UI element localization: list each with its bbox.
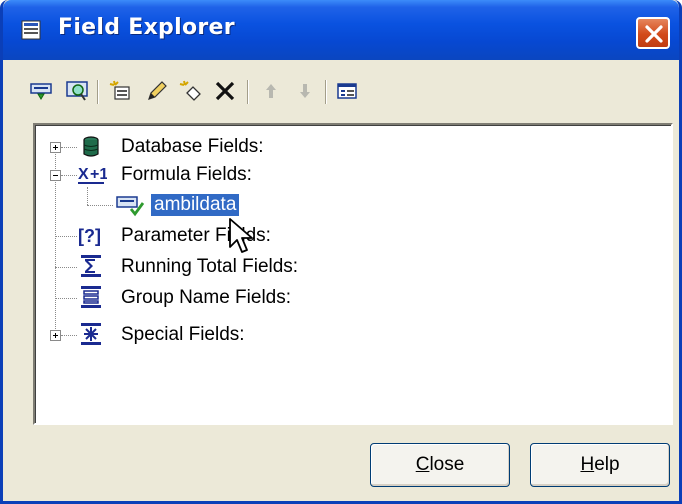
tree-connector	[55, 267, 77, 269]
close-button[interactable]: Close	[370, 443, 510, 487]
properties-button[interactable]	[333, 76, 361, 106]
special-fields-icon	[81, 323, 101, 345]
tree-connector	[55, 298, 77, 300]
close-label: lose	[429, 454, 465, 475]
database-icon	[83, 136, 99, 157]
toolbar-separator	[97, 80, 99, 104]
delete-icon	[215, 81, 235, 101]
toolbar-separator	[247, 80, 249, 104]
rename-icon	[179, 80, 201, 101]
rename-button[interactable]	[177, 76, 205, 106]
node-label: Running Total Fields:	[121, 256, 299, 277]
move-down-icon	[300, 84, 310, 98]
svg-text:X: X	[78, 166, 89, 183]
tree-connector	[87, 187, 89, 205]
edit-icon	[148, 81, 167, 100]
expand-database-fields-toggle[interactable]	[50, 142, 61, 153]
new-button[interactable]	[107, 76, 135, 106]
field-tree[interactable]: Database Fields: X +1 Formula Fields: am…	[33, 123, 673, 425]
help-label: elp	[594, 454, 620, 475]
svg-text:[?]: [?]	[78, 226, 101, 246]
tree-node-formula-fields[interactable]: Formula Fields:	[121, 161, 252, 189]
field-explorer-app-icon	[21, 20, 41, 40]
tree-connector	[61, 175, 77, 177]
formula-icon: X +1	[78, 166, 107, 184]
edit-button[interactable]	[143, 76, 171, 106]
expand-special-fields-toggle[interactable]	[50, 330, 61, 341]
move-down-button[interactable]	[291, 76, 319, 106]
title-bar[interactable]: Field Explorer	[3, 0, 679, 60]
properties-icon	[337, 83, 357, 99]
insert-to-report-button[interactable]	[27, 76, 55, 106]
browse-data-button[interactable]	[63, 76, 91, 106]
delete-button[interactable]	[211, 76, 239, 106]
tree-connector	[61, 147, 77, 149]
help-mnemonic: H	[580, 454, 595, 475]
tree-connector	[61, 335, 77, 337]
window-title: Field Explorer	[58, 15, 235, 40]
close-icon	[645, 25, 663, 43]
running-total-icon	[81, 255, 101, 277]
node-label: Database Fields:	[121, 136, 264, 157]
node-label: Formula Fields:	[121, 164, 252, 185]
tree-node-group-name-fields[interactable]: Group Name Fields:	[121, 284, 291, 312]
field-explorer-window: Field Explorer Database Fields: X +1 For…	[0, 0, 682, 504]
tree-node-running-total-fields[interactable]: Running Total Fields:	[121, 253, 298, 281]
browse-icon	[66, 81, 88, 101]
parameter-icon: [?]	[78, 226, 101, 246]
help-button[interactable]: Help	[530, 443, 670, 487]
move-up-icon	[266, 84, 276, 98]
node-label: ambildata	[149, 193, 241, 217]
tree-node-special-fields[interactable]: Special Fields:	[121, 321, 245, 349]
node-label: Group Name Fields:	[121, 287, 292, 308]
window-close-button[interactable]	[636, 17, 670, 49]
new-icon	[109, 80, 130, 100]
tree-node-database-fields[interactable]: Database Fields:	[121, 133, 264, 161]
tree-connector	[55, 236, 77, 238]
move-up-button[interactable]	[257, 76, 285, 106]
tree-node-ambildata[interactable]: ambildata	[149, 191, 241, 219]
tree-connector	[87, 205, 113, 207]
mouse-pointer-icon	[229, 218, 253, 253]
insert-to-report-icon	[30, 83, 52, 100]
svg-text:+1: +1	[90, 166, 107, 183]
formula-field-icon	[116, 196, 145, 217]
toolbar-separator	[325, 80, 327, 104]
collapse-formula-fields-toggle[interactable]	[50, 170, 61, 181]
group-name-icon	[81, 286, 101, 308]
close-mnemonic: C	[415, 454, 430, 475]
node-label: Special Fields:	[121, 324, 245, 345]
